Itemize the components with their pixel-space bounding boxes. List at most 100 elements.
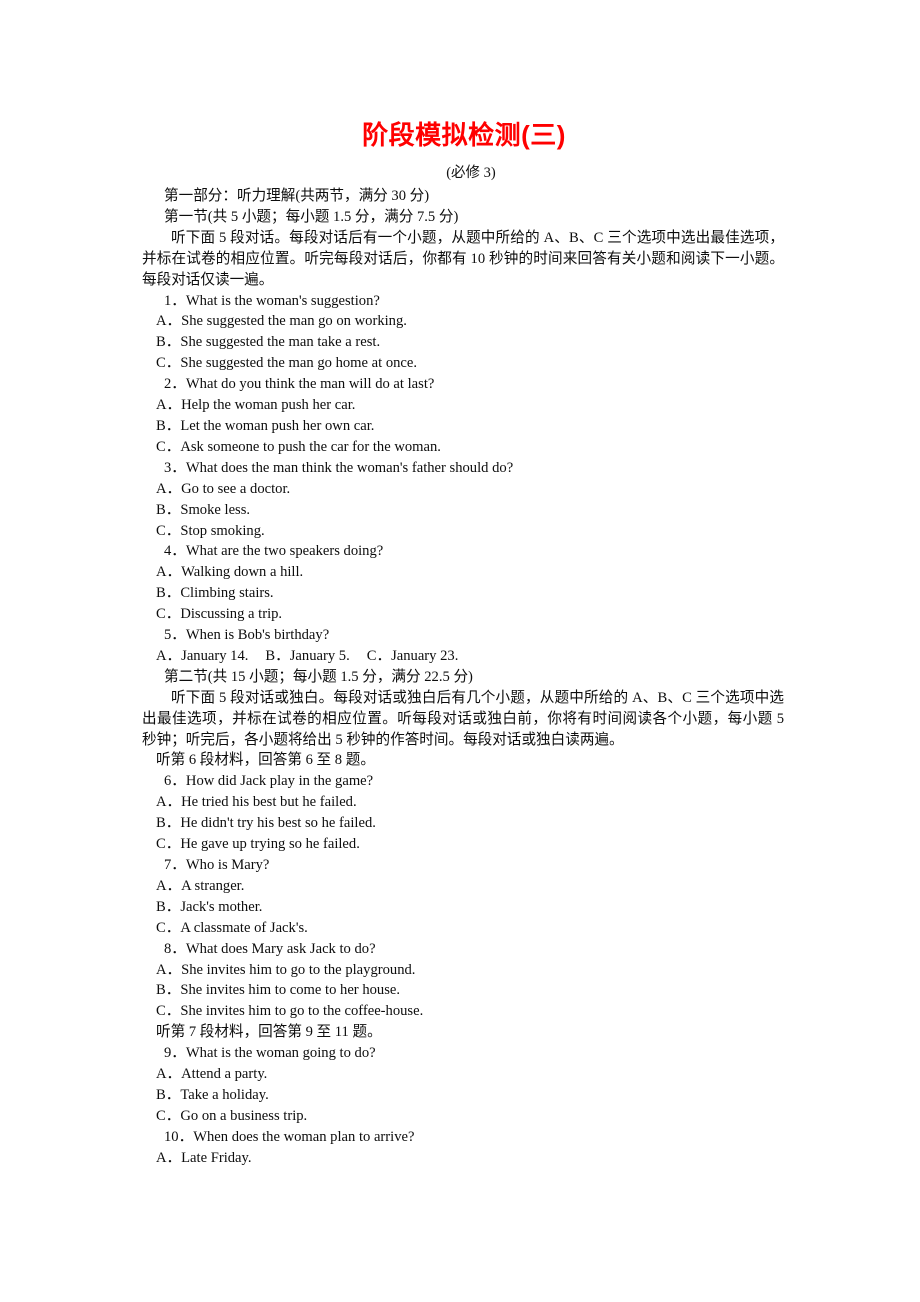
question-text: What is the woman's suggestion? xyxy=(185,292,380,309)
option-label: B． xyxy=(156,1086,181,1103)
option-row[interactable]: A．Help the woman push her car. xyxy=(142,395,784,416)
question-stem: 3．What does the man think the woman's fa… xyxy=(142,458,784,479)
option-label: B． xyxy=(156,417,181,434)
option-row[interactable]: B．She suggested the man take a rest. xyxy=(142,332,784,353)
option-text[interactable]: January 23. xyxy=(391,648,458,664)
question-number: 10． xyxy=(164,1128,194,1145)
question-text: How did Jack play in the game? xyxy=(185,773,374,790)
option-label: A． xyxy=(156,397,182,414)
option-label: C． xyxy=(366,647,392,664)
part-one-heading: 第一部分：听力理解(共两节，满分 30 分) xyxy=(164,188,430,204)
option-label: A． xyxy=(156,1066,182,1083)
option-row[interactable]: A．Late Friday. xyxy=(142,1148,784,1169)
option-text: Help the woman push her car. xyxy=(181,397,356,414)
option-text: Let the woman push her own car. xyxy=(180,417,375,434)
section-two-instructions: 听下面 5 段对话或独白。每段对话或独白后有几个小题，从题中所给的 A、B、C … xyxy=(142,689,784,748)
option-row[interactable]: C．She invites him to go to the coffee-ho… xyxy=(142,1001,784,1022)
option-row[interactable]: A．She suggested the man go on working. xyxy=(142,311,784,332)
option-row[interactable]: B．He didn't try his best so he failed. xyxy=(142,813,784,834)
option-row[interactable]: B．Jack's mother. xyxy=(142,897,784,918)
option-row[interactable]: B．She invites him to come to her house. xyxy=(142,980,784,1001)
option-text: Stop smoking. xyxy=(180,522,265,539)
question-stem: 6．How did Jack play in the game? xyxy=(142,771,784,792)
subtitle-row: (必修 3) xyxy=(0,163,920,183)
option-label: B． xyxy=(156,585,181,602)
question-text: When does the woman plan to arrive? xyxy=(193,1128,415,1145)
option-row[interactable]: B．Take a holiday. xyxy=(142,1085,784,1106)
option-text: Ask someone to push the car for the woma… xyxy=(180,438,441,455)
question-number: 5． xyxy=(164,627,186,644)
option-label: B． xyxy=(156,501,181,518)
option-row[interactable]: C．She suggested the man go home at once. xyxy=(142,353,784,374)
question-stem: 1．What is the woman's suggestion? xyxy=(142,291,784,312)
option-label: B． xyxy=(265,647,290,664)
question-number: 7． xyxy=(164,857,186,873)
option-row[interactable]: A．She invites him to go to the playgroun… xyxy=(142,960,784,981)
option-row[interactable]: C．A classmate of Jack's. xyxy=(142,918,784,939)
option-text: Climbing stairs. xyxy=(180,585,274,602)
option-label: A． xyxy=(156,794,182,811)
option-text[interactable]: January 14. xyxy=(181,648,248,664)
question-number: 6． xyxy=(164,773,186,790)
option-label: A． xyxy=(156,313,182,330)
option-text: She invites him to go to the playground. xyxy=(181,961,416,978)
question-number: 9． xyxy=(164,1045,186,1062)
option-label: A． xyxy=(156,961,182,978)
option-text: Go to see a doctor. xyxy=(181,480,291,497)
option-label: C． xyxy=(156,1107,181,1124)
option-text: Attend a party. xyxy=(181,1066,268,1083)
material-cue-seven: 听第 7 段材料，回答第 9 至 11 题。 xyxy=(156,1024,382,1041)
question-stem: 8．What does Mary ask Jack to do? xyxy=(142,939,784,960)
option-text[interactable]: January 5. xyxy=(290,648,350,664)
page-subtitle: (必修 3) xyxy=(446,165,496,181)
option-label: A． xyxy=(156,480,182,497)
option-row[interactable]: C．Discussing a trip. xyxy=(142,604,784,625)
option-text: She invites him to go to the coffee-hous… xyxy=(180,1003,424,1020)
option-row[interactable]: B．Let the woman push her own car. xyxy=(142,416,784,437)
question-text: When is Bob's birthday? xyxy=(185,627,330,644)
option-row[interactable]: C．He gave up trying so he failed. xyxy=(142,834,784,855)
option-text: He didn't try his best so he failed. xyxy=(180,815,376,832)
option-text: He gave up trying so he failed. xyxy=(180,836,360,853)
option-row[interactable]: A．Go to see a doctor. xyxy=(142,479,784,500)
option-label: C． xyxy=(156,438,181,455)
question-stem: 4．What are the two speakers doing? xyxy=(142,541,784,562)
option-row-inline[interactable]: A．January 14. B．January 5. C．January 23. xyxy=(142,646,784,667)
option-row[interactable]: C．Ask someone to push the car for the wo… xyxy=(142,437,784,458)
option-label: B． xyxy=(156,334,181,351)
option-row[interactable]: A．He tried his best but he failed. xyxy=(142,792,784,813)
question-stem: 10．When does the woman plan to arrive? xyxy=(142,1127,784,1148)
option-label: C． xyxy=(156,522,181,539)
option-row[interactable]: A．Walking down a hill. xyxy=(142,562,784,583)
option-text: She suggested the man take a rest. xyxy=(180,334,381,351)
option-text: Take a holiday. xyxy=(180,1086,269,1103)
option-label: B． xyxy=(156,982,181,999)
question-text: What do you think the man will do at las… xyxy=(185,376,435,393)
option-text: A stranger. xyxy=(181,877,245,894)
section-one-instructions: 听下面 5 段对话。每段对话后有一个小题，从题中所给的 A、B、C 三个选项中选… xyxy=(142,229,784,288)
question-stem: 7．Who is Mary? xyxy=(142,855,784,876)
option-label: B． xyxy=(156,898,181,915)
option-label: B． xyxy=(156,815,181,832)
question-text: What does the man think the woman's fath… xyxy=(185,459,514,476)
option-row[interactable]: C．Stop smoking. xyxy=(142,521,784,542)
option-text: She invites him to come to her house. xyxy=(180,982,401,999)
option-text: A classmate of Jack's. xyxy=(180,919,308,936)
question-text: Who is Mary? xyxy=(185,857,270,873)
option-row[interactable]: C．Go on a business trip. xyxy=(142,1106,784,1127)
option-row[interactable]: A．Attend a party. xyxy=(142,1064,784,1085)
option-row[interactable]: B．Smoke less. xyxy=(142,500,784,521)
option-text: She suggested the man go home at once. xyxy=(180,355,418,372)
section-one-heading: 第一节(共 5 小题；每小题 1.5 分，满分 7.5 分) xyxy=(164,208,459,225)
option-row[interactable]: A．A stranger. xyxy=(142,876,784,897)
option-row[interactable]: B．Climbing stairs. xyxy=(142,583,784,604)
question-text: What does Mary ask Jack to do? xyxy=(185,940,376,957)
question-stem: 9．What is the woman going to do? xyxy=(142,1043,784,1064)
option-text: She suggested the man go on working. xyxy=(181,313,407,330)
option-text: Walking down a hill. xyxy=(181,564,304,581)
question-text: What is the woman going to do? xyxy=(185,1045,376,1062)
option-label: C． xyxy=(156,355,181,372)
question-number: 3． xyxy=(164,459,186,476)
option-label: C． xyxy=(156,919,181,936)
title-block: 阶段模拟检测(三) xyxy=(0,118,920,152)
